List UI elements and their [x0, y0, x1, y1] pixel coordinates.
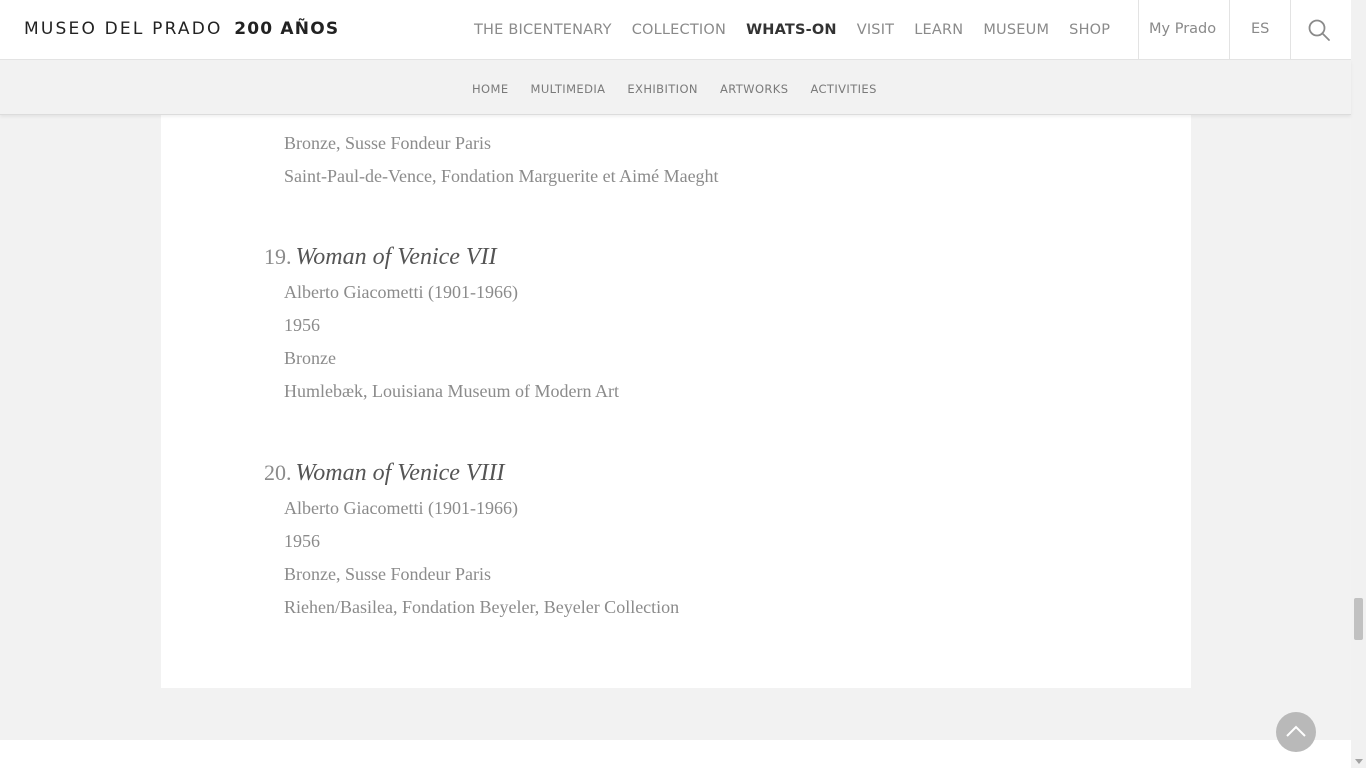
artwork-list-panel: 1956 Bronze, Susse Fondeur Paris Saint-P…: [161, 60, 1191, 688]
artwork-title: Woman of Venice VII: [295, 244, 497, 270]
artwork-number: 20.: [264, 460, 292, 485]
sub-nav: HOME MULTIMEDIA EXHIBITION ARTWORKS ACTI…: [0, 60, 1351, 115]
header-divider: [1138, 0, 1139, 60]
artwork-material: Bronze: [284, 348, 336, 368]
artwork-material: Bronze, Susse Fondeur Paris: [284, 564, 491, 584]
artwork-location: Riehen/Basilea, Fondation Beyeler, Beyel…: [284, 597, 680, 617]
language-switch[interactable]: ES: [1251, 21, 1269, 37]
search-icon[interactable]: [1306, 17, 1332, 43]
nav-item-whats-on[interactable]: WHATS-ON: [746, 22, 837, 38]
artwork-year: 1956: [284, 531, 320, 551]
scrollbar-thumb[interactable]: [1354, 598, 1363, 640]
site-logo[interactable]: MUSEO DEL PRADO 200 AÑOS: [24, 19, 339, 39]
nav-item-collection[interactable]: COLLECTION: [632, 22, 726, 38]
main-nav: THE BICENTENARY COLLECTION WHATS-ON VISI…: [474, 0, 1130, 60]
subnav-item-exhibition[interactable]: EXHIBITION: [627, 82, 698, 96]
previous-entry-material: Bronze, Susse Fondeur Paris: [284, 133, 491, 153]
nav-item-visit[interactable]: VISIT: [857, 22, 895, 38]
artwork-heading: 19. Woman of Venice VII: [264, 244, 497, 271]
nav-item-learn[interactable]: LEARN: [914, 22, 963, 38]
artwork-heading: 20. Woman of Venice VIII: [264, 460, 505, 487]
scrollbar[interactable]: [1351, 0, 1366, 768]
scroll-down-icon[interactable]: [1355, 759, 1363, 764]
artwork-title: Woman of Venice VIII: [295, 460, 505, 486]
site-header: MUSEO DEL PRADO 200 AÑOS THE BICENTENARY…: [0, 0, 1351, 60]
header-divider: [1229, 0, 1230, 60]
nav-item-museum[interactable]: MUSEUM: [983, 22, 1049, 38]
subnav-item-home[interactable]: HOME: [472, 82, 509, 96]
artwork-year: 1956: [284, 315, 320, 335]
artwork-artist: Alberto Giacometti (1901-1966): [284, 282, 518, 302]
header-divider: [1290, 0, 1291, 60]
my-prado-link[interactable]: My Prado: [1149, 21, 1216, 37]
chevron-up-icon: [1286, 725, 1306, 737]
footer-band: [0, 740, 1351, 768]
previous-entry-location: Saint-Paul-de-Vence, Fondation Marguerit…: [284, 166, 719, 186]
subnav-item-activities[interactable]: ACTIVITIES: [810, 82, 876, 96]
brand-years: 200 AÑOS: [234, 19, 340, 39]
nav-item-shop[interactable]: SHOP: [1069, 22, 1110, 38]
back-to-top-button[interactable]: [1276, 712, 1316, 752]
subnav-item-multimedia[interactable]: MULTIMEDIA: [531, 82, 606, 96]
subnav-item-artworks[interactable]: ARTWORKS: [720, 82, 789, 96]
nav-item-bicentenary[interactable]: THE BICENTENARY: [474, 22, 612, 38]
artwork-number: 19.: [264, 244, 292, 269]
artwork-artist: Alberto Giacometti (1901-1966): [284, 498, 518, 518]
brand-name: MUSEO DEL PRADO: [24, 19, 223, 39]
artwork-location: Humlebæk, Louisiana Museum of Modern Art: [284, 381, 619, 401]
